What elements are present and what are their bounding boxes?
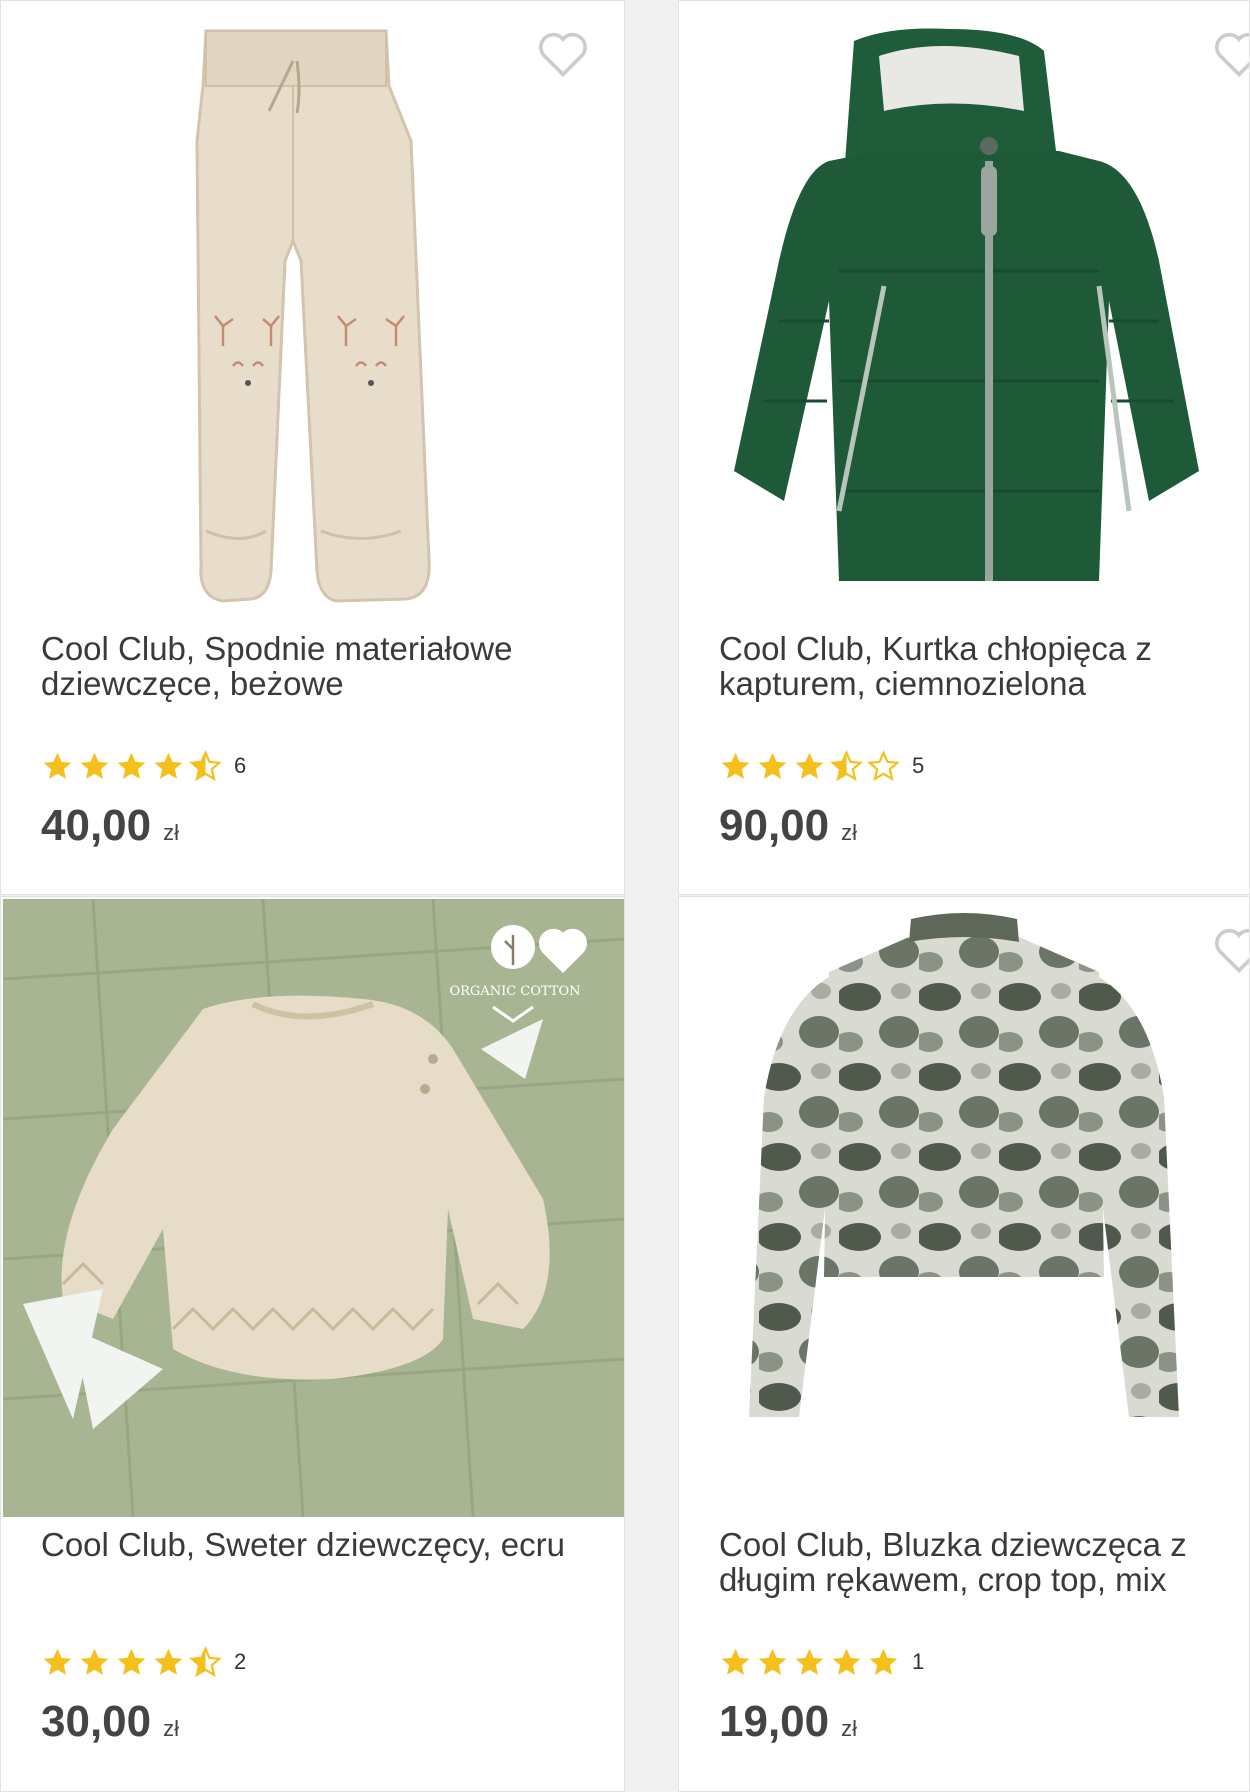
product-title[interactable]: Cool Club, Sweter dziewczęcy, ecru	[41, 1527, 581, 1562]
price-value: 19,00	[719, 1697, 830, 1746]
price-currency: zł	[163, 820, 179, 845]
star-full-icon	[78, 750, 111, 783]
product-card[interactable]: Cool Club, Kurtka chłopięca z kapturem, …	[678, 0, 1250, 895]
product-image[interactable]	[679, 1, 1249, 617]
price-value: 40,00	[41, 801, 152, 850]
rating-count: 2	[234, 1649, 247, 1674]
price-currency: zł	[841, 1716, 857, 1741]
rating-count: 5	[912, 753, 925, 778]
star-full-icon	[830, 1646, 863, 1679]
price-value: 90,00	[719, 801, 830, 850]
star-full-icon	[115, 1646, 148, 1679]
heart-icon[interactable]	[535, 925, 591, 975]
star-full-icon	[78, 1646, 111, 1679]
product-price: 90,00 zł	[719, 801, 857, 851]
product-price: 19,00 zł	[719, 1697, 857, 1747]
product-image[interactable]: ORGANIC COTTON	[3, 899, 624, 1517]
product-grid: Cool Club, Spodnie materiałowe dziewczęc…	[0, 0, 1250, 1792]
star-half-icon	[189, 1645, 222, 1679]
price-currency: zł	[841, 820, 857, 845]
product-rating: 5	[719, 749, 924, 783]
rating-count: 6	[234, 753, 247, 778]
product-card[interactable]: Cool Club, Spodnie materiałowe dziewczęc…	[0, 0, 625, 895]
star-full-icon	[793, 750, 826, 783]
star-empty-icon	[867, 749, 900, 783]
star-half-icon	[830, 749, 863, 783]
star-full-icon	[756, 1646, 789, 1679]
organic-cotton-badge: ORGANIC COTTON	[449, 984, 580, 999]
star-full-icon	[793, 1646, 826, 1679]
price-value: 30,00	[41, 1697, 152, 1746]
star-full-icon	[115, 750, 148, 783]
product-card[interactable]: ORGANIC COTTON Cool Club, Sweter dziewcz…	[0, 896, 625, 1792]
star-full-icon	[152, 750, 185, 783]
product-title[interactable]: Cool Club, Bluzka dziewczęca z długim rę…	[719, 1527, 1219, 1597]
price-currency: zł	[163, 1716, 179, 1741]
star-full-icon	[41, 750, 74, 783]
product-price: 30,00 zł	[41, 1697, 179, 1747]
product-card[interactable]: Cool Club, Bluzka dziewczęca z długim rę…	[678, 896, 1250, 1792]
product-rating: 2	[41, 1645, 246, 1679]
rating-count: 1	[912, 1649, 925, 1674]
star-full-icon	[719, 1646, 752, 1679]
star-half-icon	[189, 749, 222, 783]
product-title[interactable]: Cool Club, Spodnie materiałowe dziewczęc…	[41, 631, 581, 701]
star-full-icon	[756, 750, 789, 783]
star-full-icon	[719, 750, 752, 783]
product-image[interactable]	[679, 897, 1249, 1513]
heart-icon[interactable]	[1211, 29, 1249, 79]
product-rating: 1	[719, 1645, 924, 1679]
product-rating: 6	[41, 749, 246, 783]
heart-icon[interactable]	[1211, 925, 1249, 975]
product-title[interactable]: Cool Club, Kurtka chłopięca z kapturem, …	[719, 631, 1219, 701]
product-image[interactable]	[1, 1, 624, 617]
heart-icon[interactable]	[535, 29, 591, 79]
star-full-icon	[867, 1646, 900, 1679]
product-price: 40,00 zł	[41, 801, 179, 851]
star-full-icon	[41, 1646, 74, 1679]
star-full-icon	[152, 1646, 185, 1679]
